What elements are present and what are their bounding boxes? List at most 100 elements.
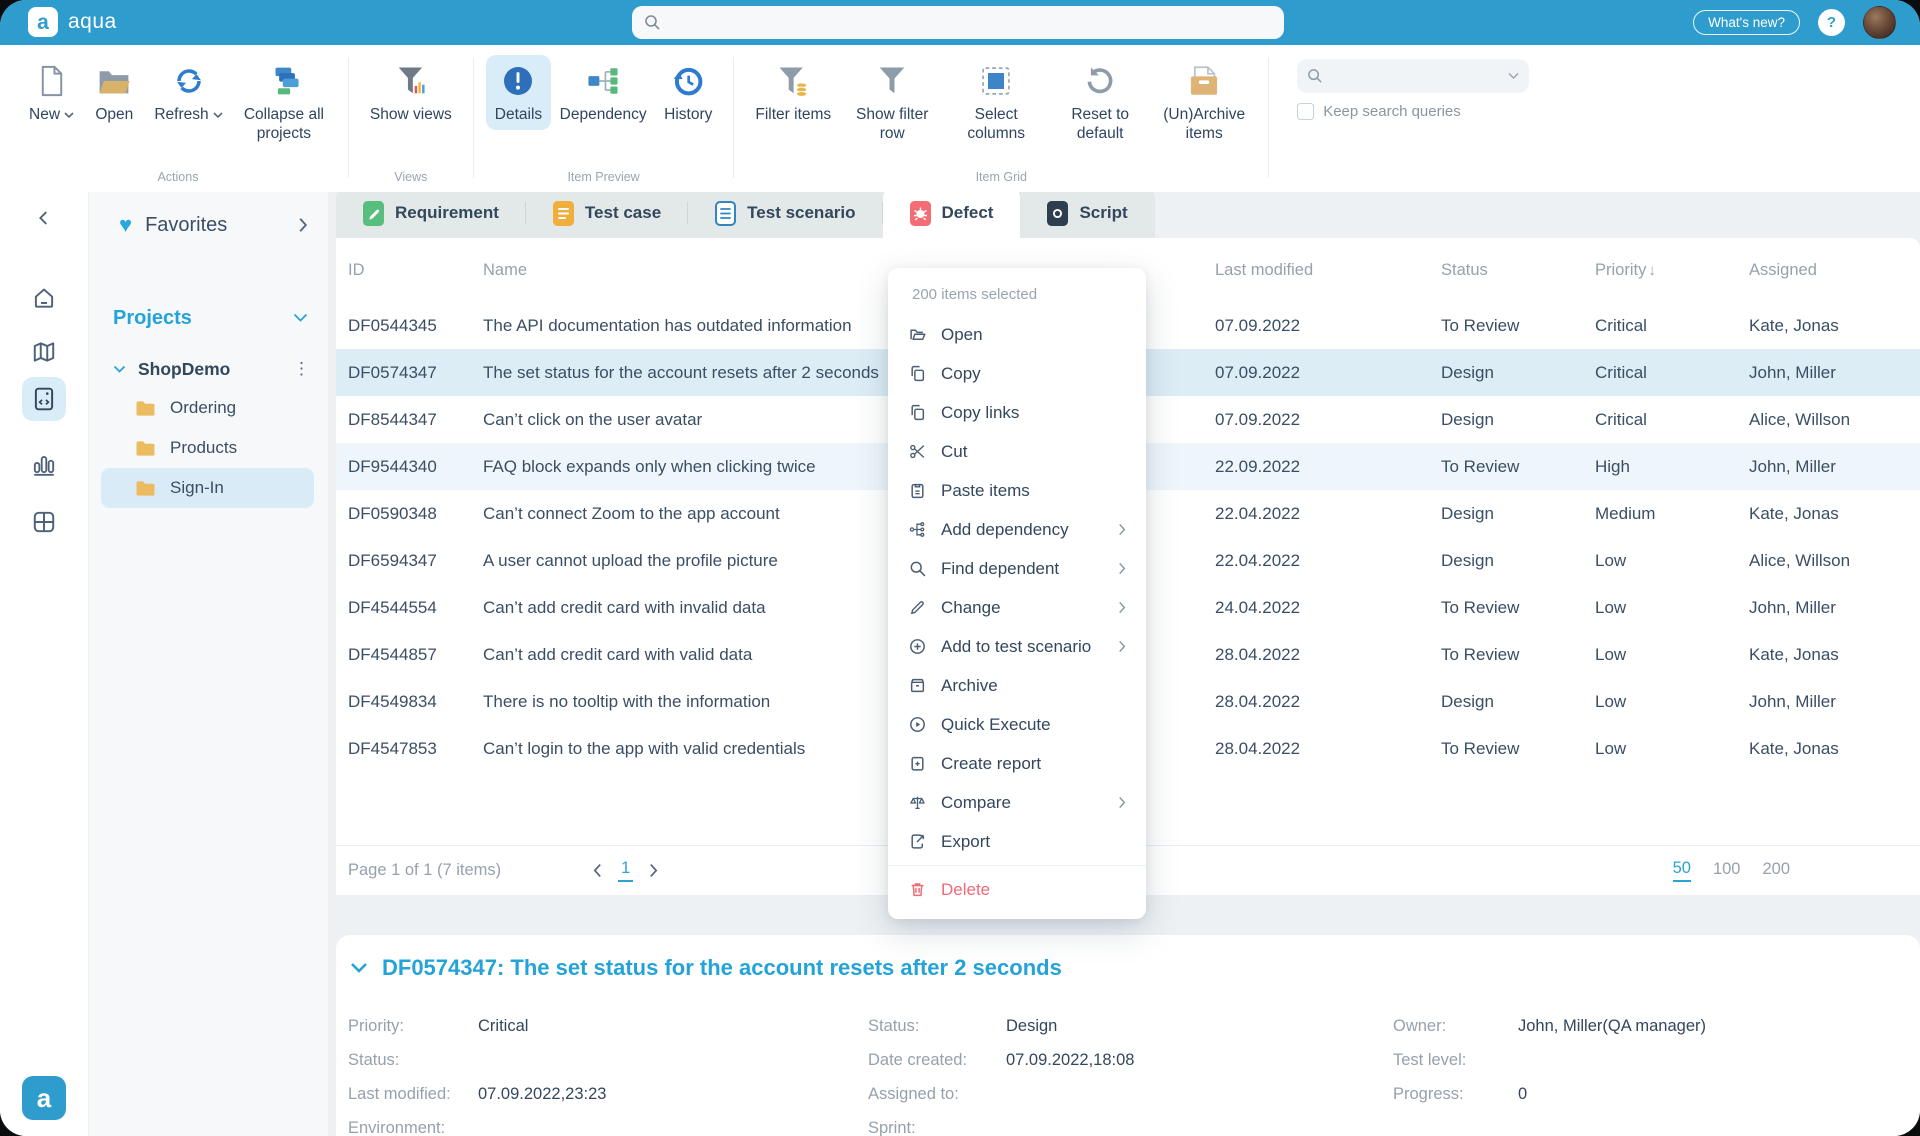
nav-dashboard-button[interactable]	[22, 500, 66, 544]
heart-icon: ♥	[119, 212, 133, 237]
menu-item-find-dependent[interactable]: Find dependent	[888, 549, 1146, 588]
new-button[interactable]: New	[20, 55, 83, 130]
menu-item-cut[interactable]: Cut	[888, 432, 1146, 471]
column-header-assigned[interactable]: Assigned	[1749, 261, 1920, 280]
menu-item-paste-items[interactable]: Paste items	[888, 471, 1146, 510]
page-size-100[interactable]: 100	[1713, 860, 1741, 881]
tab-test-case[interactable]: Test case	[526, 188, 689, 238]
menu-item-delete[interactable]: Delete	[888, 870, 1146, 909]
project-menu-button[interactable]: ⋮	[293, 359, 310, 379]
next-page-button[interactable]	[649, 863, 658, 878]
column-header-status[interactable]: Status	[1441, 261, 1595, 280]
item-type-tabs: Requirement Test case Test scenario Defe…	[336, 188, 1155, 238]
favorites-section[interactable]: ♥ Favorites	[89, 206, 328, 244]
add-to-test-scenario-icon	[908, 638, 926, 656]
ribbon-group-views: Show views Views	[355, 45, 467, 192]
field-label: Assigned to:	[868, 1084, 959, 1103]
menu-item-archive[interactable]: Archive	[888, 666, 1146, 705]
menu-item-export[interactable]: Export	[888, 822, 1146, 861]
global-search[interactable]	[632, 6, 1284, 39]
tab-script[interactable]: Script	[1020, 188, 1154, 238]
folder-name: Ordering	[170, 398, 237, 417]
folder-item-sign-in[interactable]: Sign-In	[101, 468, 314, 508]
current-page[interactable]: 1	[618, 859, 634, 882]
field-label: Status:	[348, 1050, 400, 1069]
show-filter-row-button[interactable]: Show filter row	[840, 55, 944, 150]
ribbon-group-caption: Item Grid	[975, 170, 1027, 184]
reset-to-default-button[interactable]: Reset to default	[1048, 55, 1152, 150]
archive-items-icon	[1187, 64, 1221, 98]
copy-links-icon	[908, 404, 926, 422]
grid-search[interactable]	[1297, 59, 1530, 93]
open-button[interactable]: Open	[83, 55, 145, 130]
help-button[interactable]: ?	[1818, 9, 1845, 36]
page-size-selector: 50 100 200	[1672, 859, 1790, 882]
folder-item-ordering[interactable]: Ordering	[101, 388, 314, 428]
cut-icon	[908, 443, 926, 461]
menu-item-open[interactable]: Open	[888, 315, 1146, 354]
ribbon-separator	[1268, 57, 1270, 178]
ribbon-group-item-preview: Details Dependency History Item Preview	[480, 45, 728, 192]
folder-icon	[135, 440, 156, 457]
menu-item-quick-execute[interactable]: Quick Execute	[888, 705, 1146, 744]
script-icon	[1047, 200, 1069, 226]
refresh-button[interactable]: Refresh	[145, 55, 232, 130]
unarchive-items-button[interactable]: (Un)Archive items	[1152, 55, 1256, 150]
prev-page-button[interactable]	[593, 863, 602, 878]
details-icon	[502, 64, 534, 98]
nav-home-button[interactable]	[22, 276, 66, 320]
page-size-200[interactable]: 200	[1762, 860, 1790, 881]
field-label: Owner:	[1393, 1016, 1447, 1035]
grid-search-input[interactable]	[1331, 67, 1501, 85]
global-search-input[interactable]	[669, 13, 1272, 32]
collapse-all-projects-button[interactable]: Collapse all projects	[232, 55, 336, 150]
menu-item-create-report[interactable]: Create report	[888, 744, 1146, 783]
chevron-down-icon[interactable]	[113, 365, 126, 374]
keep-search-queries-checkbox[interactable]: Keep search queries	[1297, 103, 1529, 120]
menu-item-change[interactable]: Change	[888, 588, 1146, 627]
page-size-50[interactable]: 50	[1672, 859, 1691, 882]
column-header-last-modified[interactable]: Last modified	[1215, 261, 1441, 280]
chevron-down-icon[interactable]	[350, 962, 368, 974]
field-value: Critical	[478, 1016, 529, 1035]
detail-fields: Priority: Critical Status: Last modified:…	[348, 1009, 1920, 1136]
checkbox-icon	[1297, 103, 1315, 120]
chevron-down-icon[interactable]	[1508, 72, 1519, 80]
projects-section-header[interactable]: Projects	[89, 302, 328, 334]
select-columns-button[interactable]: Select columns	[944, 55, 1048, 150]
filter-items-button[interactable]: Filter items	[746, 55, 840, 130]
column-header-id[interactable]: ID	[348, 261, 483, 280]
chevron-right-icon[interactable]	[298, 217, 308, 233]
tab-defect[interactable]: Defect	[882, 188, 1021, 238]
show-views-button[interactable]: Show views	[361, 55, 461, 130]
folder-item-products[interactable]: Products	[101, 428, 314, 468]
filter-items-icon	[777, 64, 809, 98]
nav-map-button[interactable]	[22, 330, 66, 374]
brand: a aqua	[28, 7, 117, 37]
detail-title-row[interactable]: DF0574347: The set status for the accoun…	[348, 955, 1920, 981]
dependency-button[interactable]: Dependency	[551, 55, 655, 130]
menu-item-copy[interactable]: Copy	[888, 354, 1146, 393]
grid-icon	[33, 511, 55, 533]
field-label: Last modified:	[348, 1084, 451, 1103]
tab-requirement[interactable]: Requirement	[336, 188, 526, 238]
menu-item-copy-links[interactable]: Copy links	[888, 393, 1146, 432]
menu-item-add-to-test-scenario[interactable]: Add to test scenario	[888, 627, 1146, 666]
top-right-cluster: What's new? ?	[1693, 0, 1896, 45]
whats-new-button[interactable]: What's new?	[1693, 10, 1800, 35]
nav-items-button[interactable]	[22, 377, 66, 421]
project-node-shopdemo[interactable]: ShopDemo ⋮	[89, 350, 328, 388]
find-dependent-icon	[908, 560, 926, 578]
field-value: John, Miller(QA manager)	[1518, 1016, 1706, 1035]
tab-test-scenario[interactable]: Test scenario	[688, 188, 883, 238]
nav-statistics-button[interactable]	[22, 442, 66, 486]
user-avatar[interactable]	[1863, 6, 1896, 39]
details-button[interactable]: Details	[485, 55, 552, 131]
menu-item-add-dependency[interactable]: Add dependency	[888, 510, 1146, 549]
history-button[interactable]: History	[655, 55, 721, 130]
collapse-sidebar-button[interactable]	[22, 196, 66, 240]
menu-item-compare[interactable]: Compare	[888, 783, 1146, 822]
show-filter-row-icon	[876, 64, 908, 98]
column-header-priority[interactable]: Priority ↓	[1595, 261, 1749, 280]
chevron-down-icon[interactable]	[293, 313, 308, 323]
